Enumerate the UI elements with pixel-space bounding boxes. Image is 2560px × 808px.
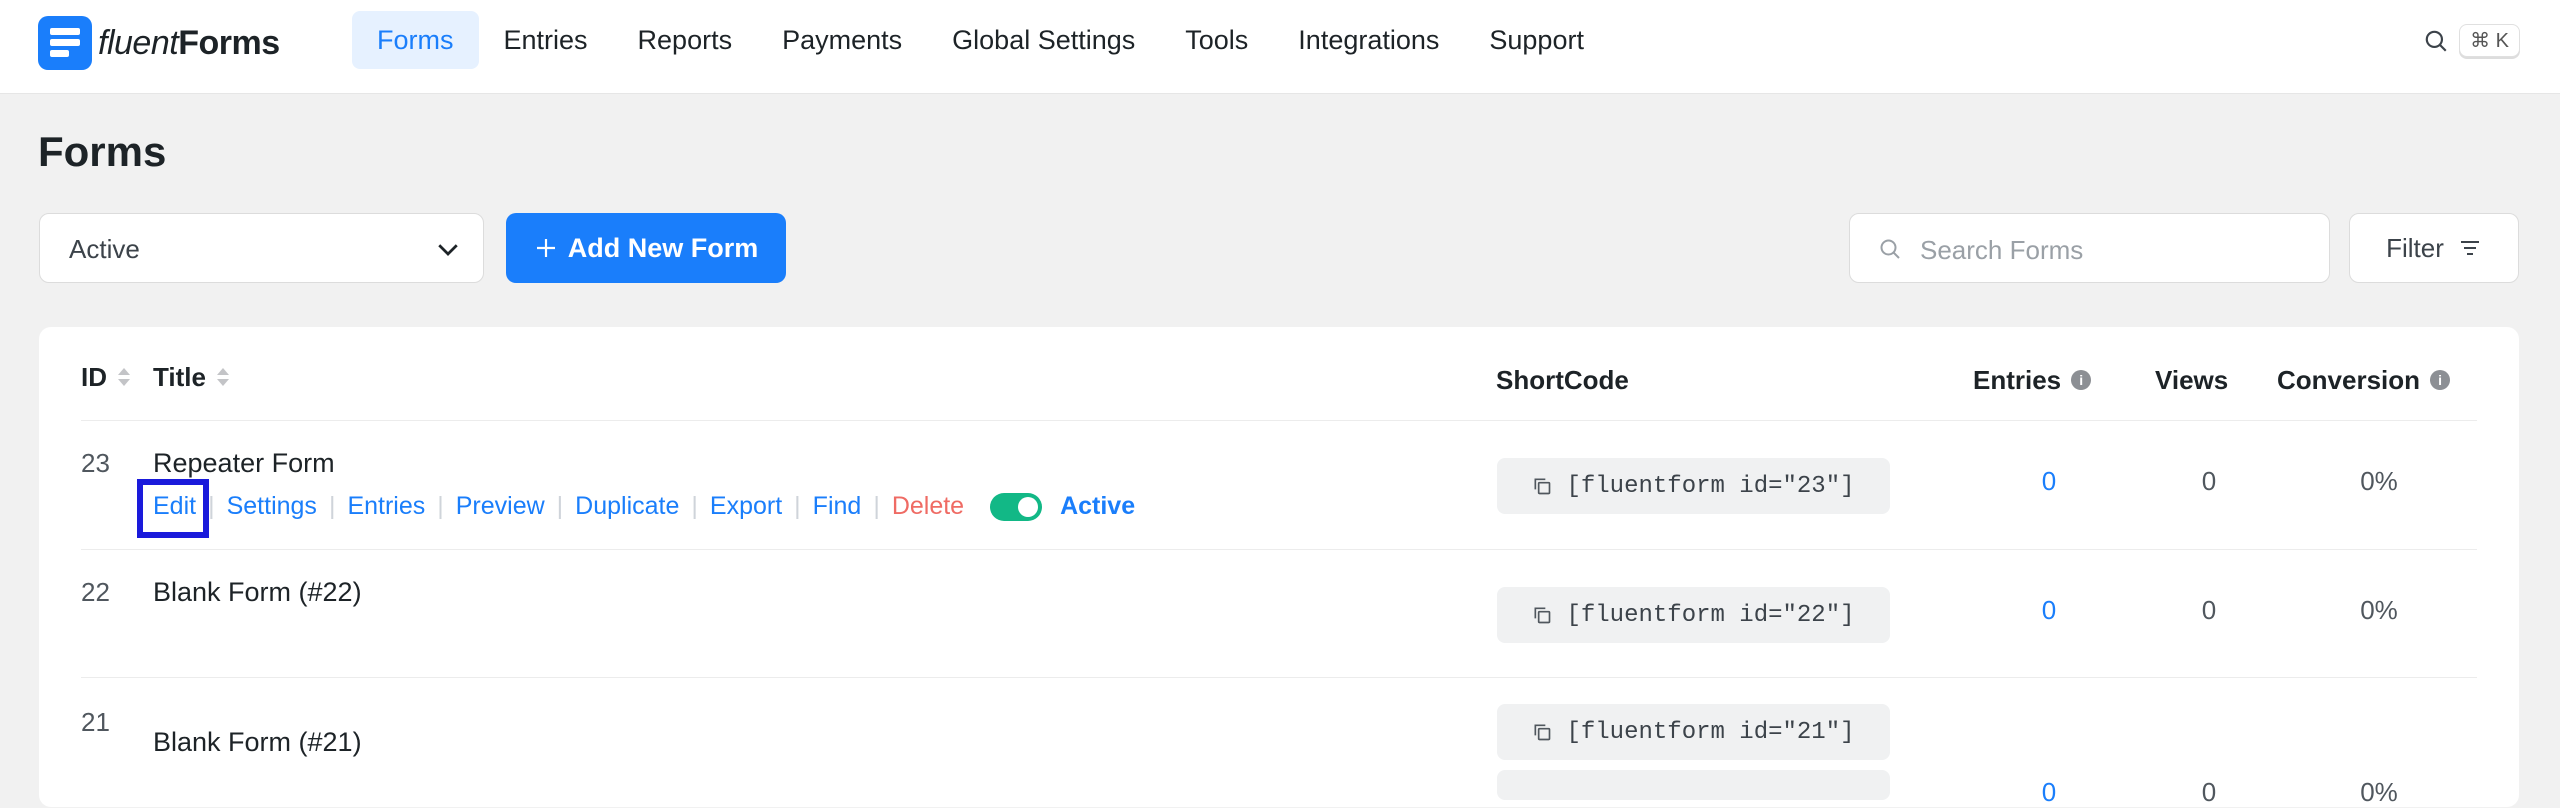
brand-name-bold: Forms xyxy=(178,23,280,62)
highlight-box xyxy=(137,479,209,538)
separator: | xyxy=(556,492,564,520)
plus-icon xyxy=(536,239,555,257)
search-icon xyxy=(2425,30,2447,52)
column-header-id[interactable]: ID xyxy=(81,357,131,397)
form-title[interactable]: Repeater Form xyxy=(153,448,335,479)
separator: | xyxy=(208,492,215,520)
column-header-shortcode: ShortCode xyxy=(1496,364,1629,395)
brand-name: fluentForms xyxy=(98,24,280,63)
separator: | xyxy=(691,492,698,520)
brand-name-regular: fluent xyxy=(98,23,179,62)
search-forms-input[interactable] xyxy=(1918,232,2302,268)
table-row: 21 Blank Form (#21) [fluentform id="21"]… xyxy=(39,677,2519,807)
views-count: 0 xyxy=(2201,777,2217,807)
nav-item-entries[interactable]: Entries xyxy=(479,11,613,69)
settings-link[interactable]: Settings xyxy=(227,492,317,521)
column-header-entries: Entries i xyxy=(1973,360,2092,400)
column-header-views: Views xyxy=(2155,364,2229,395)
status-filter-value: Active xyxy=(69,234,140,264)
form-title[interactable]: Blank Form (#21) xyxy=(153,727,362,758)
entries-link[interactable]: Entries xyxy=(347,492,425,521)
filter-button[interactable]: Filter xyxy=(2349,213,2519,283)
conversion-rate: 0% xyxy=(2360,466,2398,496)
delete-link[interactable]: Delete xyxy=(892,492,964,521)
nav-item-reports[interactable]: Reports xyxy=(613,11,758,69)
conversion-rate: 0% xyxy=(2360,595,2398,625)
column-header-id-label: ID xyxy=(81,361,107,392)
views-count: 0 xyxy=(2201,595,2217,625)
duplicate-link[interactable]: Duplicate xyxy=(575,492,679,521)
info-icon[interactable]: i xyxy=(2430,370,2451,390)
column-header-conversion-label: Conversion xyxy=(2277,364,2421,395)
nav-item-global-settings[interactable]: Global Settings xyxy=(927,11,1160,69)
separator: | xyxy=(437,492,444,520)
export-link[interactable]: Export xyxy=(710,492,782,521)
column-header-conversion: Conversion i xyxy=(2277,360,2451,400)
search-icon xyxy=(1880,239,1900,259)
edit-action-wrapper: Edit xyxy=(137,479,209,538)
status-toggle[interactable] xyxy=(990,492,1043,521)
shortcode-copy-button[interactable]: [fluentform id="23"] xyxy=(1497,458,1890,514)
table-row: 22 Blank Form (#22) [fluentform id="22"]… xyxy=(39,549,2519,677)
entries-count[interactable]: 0 xyxy=(2029,595,2069,626)
shortcode-text: [fluentform id="21"] xyxy=(1566,718,1855,746)
status-toggle-label: Active xyxy=(1060,492,1136,520)
entries-count[interactable]: 0 xyxy=(2029,777,2069,808)
nav-item-payments[interactable]: Payments xyxy=(757,11,927,69)
column-header-title-label: Title xyxy=(153,361,206,392)
shortcode-copy-button-secondary[interactable] xyxy=(1497,770,1890,800)
shortcode-text: [fluentform id="23"] xyxy=(1566,472,1855,500)
conversion-rate: 0% xyxy=(2360,777,2398,807)
copy-icon xyxy=(1534,607,1551,624)
form-title[interactable]: Blank Form (#22) xyxy=(153,577,362,608)
separator: | xyxy=(794,492,801,520)
status-filter-select[interactable]: Active xyxy=(39,213,484,283)
form-id: 23 xyxy=(81,448,110,478)
filter-lines-icon xyxy=(2460,241,2479,255)
nav-item-tools[interactable]: Tools xyxy=(1160,11,1273,69)
separator: | xyxy=(873,492,880,520)
nav-item-integrations[interactable]: Integrations xyxy=(1273,11,1464,69)
column-header-entries-label: Entries xyxy=(1973,364,2062,395)
copy-icon xyxy=(1534,724,1551,741)
keyboard-shortcut-badge: ⌘ K xyxy=(2459,24,2520,57)
shortcode-text: [fluentform id="22"] xyxy=(1566,601,1855,629)
brand-logo[interactable]: fluentForms xyxy=(38,16,280,70)
sort-icon xyxy=(216,366,230,388)
copy-icon xyxy=(1534,478,1551,495)
views-count: 0 xyxy=(2201,466,2217,496)
shortcode-copy-button[interactable]: [fluentform id="22"] xyxy=(1497,587,1890,643)
entries-count[interactable]: 0 xyxy=(2029,466,2069,497)
preview-link[interactable]: Preview xyxy=(456,492,545,521)
nav-item-support[interactable]: Support xyxy=(1464,11,1609,69)
row-actions: Edit | Settings | Entries | Preview | Du… xyxy=(137,479,1136,538)
add-new-form-label: Add New Form xyxy=(567,232,759,263)
nav-item-forms[interactable]: Forms xyxy=(352,11,479,69)
fluentforms-logo-icon xyxy=(38,16,92,70)
forms-table: ID Title ShortCode Entries i Views Conve… xyxy=(39,327,2519,807)
add-new-form-button[interactable]: Add New Form xyxy=(506,213,786,283)
top-navigation-bar: fluentForms Forms Entries Reports Paymen… xyxy=(0,0,2560,94)
global-search-button[interactable]: ⌘ K xyxy=(2423,24,2520,57)
page-title: Forms xyxy=(38,128,167,175)
find-link[interactable]: Find xyxy=(813,492,862,521)
info-icon[interactable]: i xyxy=(2071,370,2092,390)
sort-icon xyxy=(117,366,131,388)
form-id: 22 xyxy=(81,577,110,607)
main-nav: Forms Entries Reports Payments Global Se… xyxy=(352,11,1609,69)
column-header-title[interactable]: Title xyxy=(153,357,230,397)
shortcode-copy-button[interactable]: [fluentform id="21"] xyxy=(1497,704,1890,760)
separator: | xyxy=(328,492,336,520)
table-row: 23 Repeater Form Edit | Settings | Entri… xyxy=(39,420,2519,549)
filter-label: Filter xyxy=(2386,232,2444,263)
form-id: 21 xyxy=(81,707,110,737)
chevron-down-icon xyxy=(438,244,458,256)
search-forms-field[interactable] xyxy=(1849,213,2330,283)
